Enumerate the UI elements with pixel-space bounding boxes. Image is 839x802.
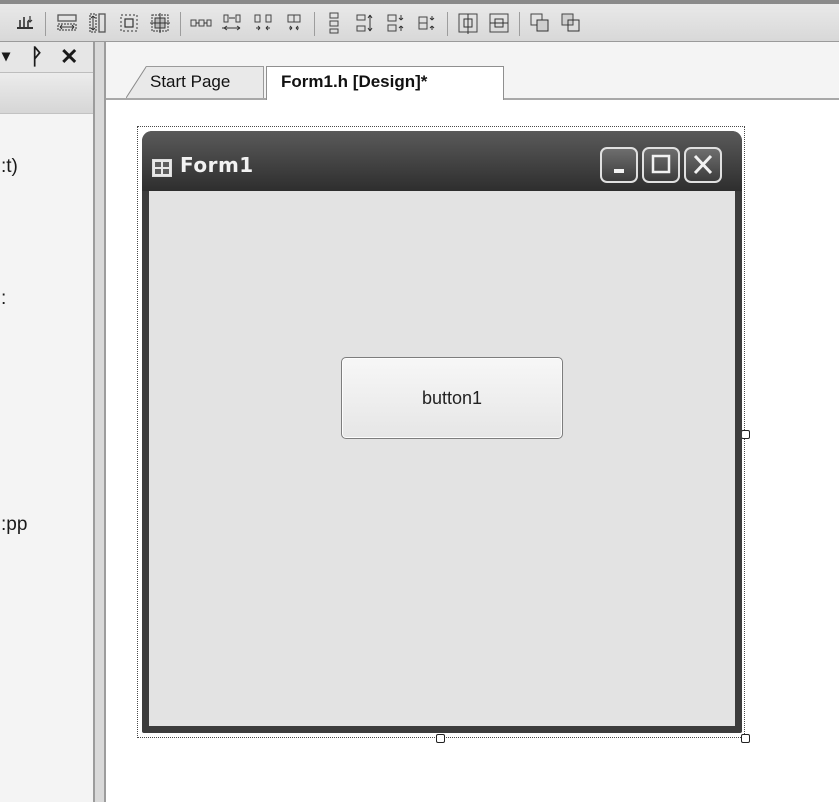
- pin-icon[interactable]: ᚹ: [30, 44, 43, 70]
- close-icon[interactable]: ✕: [60, 44, 78, 70]
- toolbar-separator: [519, 12, 520, 36]
- tab-edge: [126, 66, 147, 98]
- visual-studio-window: ▾ ᚹ ✕ :t) : :pp Start Page Form1.h [Desi…: [0, 0, 839, 802]
- resize-handle-right[interactable]: [741, 430, 750, 439]
- document-tab-strip: Start Page Form1.h [Design]*: [106, 42, 839, 100]
- close-icon: [693, 154, 713, 175]
- equal-vertical-spacing-icon[interactable]: [323, 12, 345, 34]
- form1-window[interactable]: Form1 button1: [142, 131, 742, 733]
- tab-form1-design[interactable]: Form1.h [Design]*: [266, 66, 504, 100]
- panel-toolbar-band: [0, 73, 93, 114]
- tree-item-text[interactable]: :: [1, 288, 6, 310]
- toolbar-separator: [45, 12, 46, 36]
- close-button[interactable]: [684, 147, 722, 183]
- increase-horizontal-spacing-icon[interactable]: [221, 12, 243, 34]
- minimize-button[interactable]: [600, 147, 638, 183]
- tree-item-text[interactable]: :t): [1, 156, 18, 178]
- size-to-grid-icon[interactable]: [118, 12, 140, 34]
- toolbar-separator: [314, 12, 315, 36]
- decrease-horizontal-spacing-icon[interactable]: [252, 12, 274, 34]
- send-to-back-icon[interactable]: [560, 12, 582, 34]
- form-titlebar: Form1: [142, 131, 742, 191]
- panel-header: ▾ ᚹ ✕: [0, 42, 93, 73]
- center-vertically-icon[interactable]: [488, 12, 510, 34]
- maximize-button[interactable]: [642, 147, 680, 183]
- remove-vertical-spacing-icon[interactable]: [416, 12, 438, 34]
- align-to-grid-icon[interactable]: [14, 12, 36, 34]
- minimize-icon: [614, 169, 624, 173]
- button1[interactable]: button1: [341, 357, 563, 439]
- increase-vertical-spacing-icon[interactable]: [354, 12, 376, 34]
- bring-to-front-icon[interactable]: [529, 12, 551, 34]
- form-title: Form1: [180, 153, 254, 177]
- center-horizontally-icon[interactable]: [457, 12, 479, 34]
- panel-splitter[interactable]: [93, 42, 106, 802]
- make-same-height-icon[interactable]: [87, 12, 109, 34]
- decrease-vertical-spacing-icon[interactable]: [385, 12, 407, 34]
- solution-explorer-panel: ▾ ᚹ ✕ :t) : :pp: [0, 42, 93, 802]
- maximize-icon: [651, 154, 671, 174]
- make-same-size-icon[interactable]: [149, 12, 171, 34]
- resize-handle-bottom[interactable]: [436, 734, 445, 743]
- make-same-width-icon[interactable]: [56, 12, 78, 34]
- layout-toolbar: [0, 0, 839, 42]
- form-client-area[interactable]: button1: [149, 191, 735, 726]
- tree-item-text[interactable]: :pp: [1, 514, 27, 536]
- equal-horizontal-spacing-icon[interactable]: [190, 12, 212, 34]
- remove-horizontal-spacing-icon[interactable]: [283, 12, 305, 34]
- form-icon: [152, 159, 172, 177]
- resize-handle-bottom-right[interactable]: [741, 734, 750, 743]
- toolbar-separator: [447, 12, 448, 36]
- toolbar-separator: [180, 12, 181, 36]
- dropdown-arrow-icon[interactable]: ▾: [2, 44, 10, 70]
